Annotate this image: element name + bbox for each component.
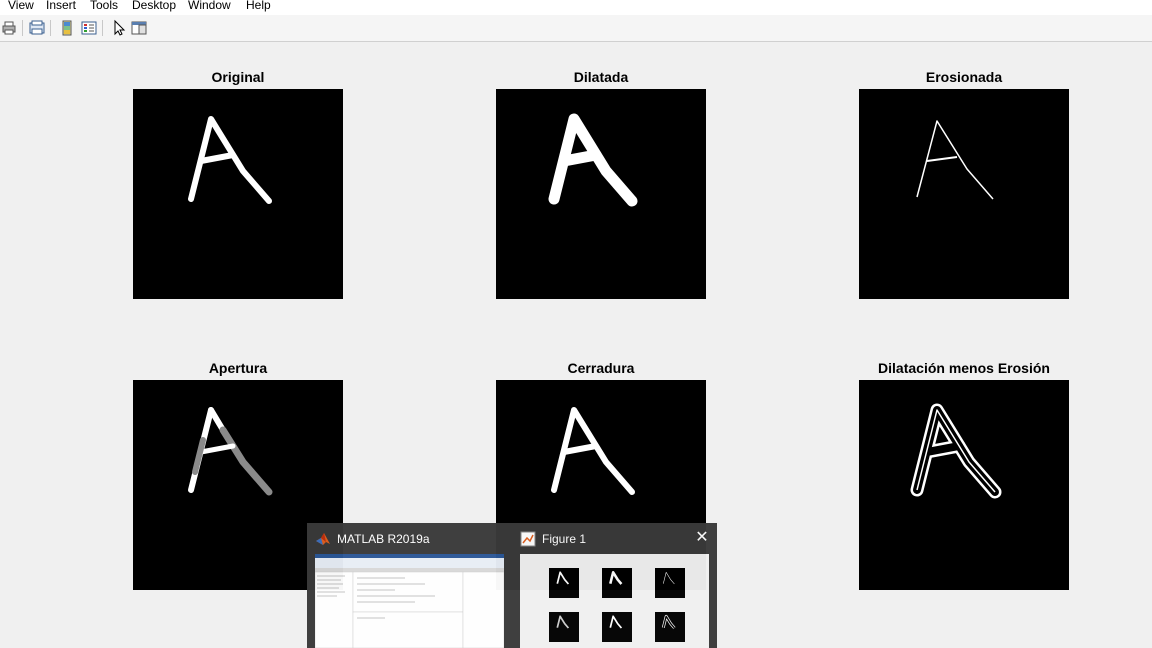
preview-title-figure-1: Figure 1: [542, 532, 587, 546]
print-preview-icon[interactable]: [28, 19, 46, 37]
preview-title-matlab: MATLAB R2019a: [337, 532, 430, 546]
menu-view[interactable]: View: [8, 0, 34, 12]
axes-title-erosionada: Erosionada: [925, 69, 1003, 85]
matlab-icon: [315, 531, 331, 547]
axes-title-original: Original: [211, 69, 265, 85]
pointer-icon[interactable]: [110, 19, 128, 37]
mini-image: [549, 612, 579, 642]
figure-icon: [520, 531, 536, 547]
print-icon[interactable]: [0, 19, 18, 37]
mini-image: [602, 568, 632, 598]
toolbar-separator: [22, 20, 23, 36]
image-dilatacion-menos-erosion: [859, 380, 1069, 590]
menu-window[interactable]: Window: [188, 0, 231, 12]
mini-image: [549, 568, 579, 598]
menu-bar: View Insert Tools Desktop Window Help: [0, 0, 1152, 15]
legend-icon[interactable]: [80, 19, 98, 37]
matlab-thumbnail: [315, 554, 504, 648]
figure-toolbar: [0, 15, 1152, 42]
mini-image: [602, 612, 632, 642]
menu-tools[interactable]: Tools: [90, 0, 118, 12]
menu-desktop[interactable]: Desktop: [132, 0, 176, 12]
taskbar-preview-popup: MATLAB R2019a Figure 1 ✕: [307, 523, 717, 648]
preview-matlab[interactable]: MATLAB R2019a: [307, 523, 512, 648]
image-erosionada: [859, 89, 1069, 299]
colorbar-icon[interactable]: [58, 19, 76, 37]
axes-title-dilatada: Dilatada: [573, 69, 629, 85]
close-preview-button[interactable]: ✕: [693, 529, 711, 547]
image-original: [133, 89, 343, 299]
preview-figure-1[interactable]: Figure 1 ✕: [512, 523, 717, 648]
axes-title-dilatacion-menos-erosion: Dilatación menos Erosión: [878, 360, 1050, 376]
image-dilatada: [496, 89, 706, 299]
axes-title-apertura: Apertura: [208, 360, 268, 376]
mini-image: [655, 568, 685, 598]
axes-title-cerradura: Cerradura: [567, 360, 635, 376]
mini-image: [655, 612, 685, 642]
toolbar-separator: [102, 20, 103, 36]
property-editor-icon[interactable]: [130, 19, 148, 37]
figure-thumbnail: [520, 554, 709, 648]
toolbar-separator: [50, 20, 51, 36]
menu-insert[interactable]: Insert: [46, 0, 76, 12]
menu-help[interactable]: Help: [246, 0, 271, 12]
